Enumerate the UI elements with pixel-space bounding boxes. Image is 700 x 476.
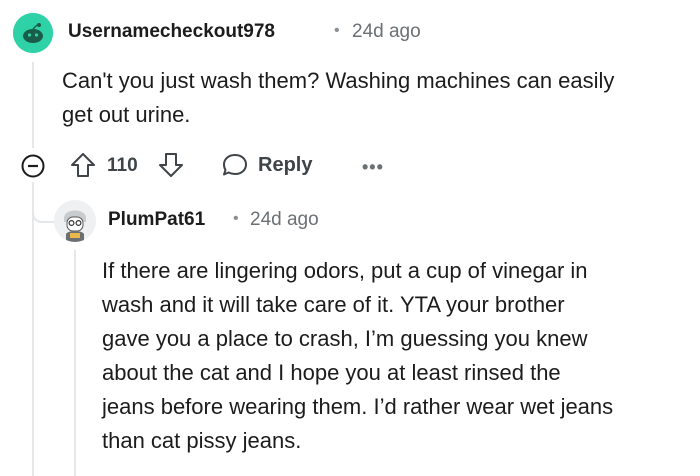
comment-body-line: Can't you just wash them? Washing machin… bbox=[62, 68, 615, 93]
reply-body-line: wash and it will take care of it. YTA yo… bbox=[102, 292, 565, 317]
comment-username[interactable]: Usernamecheckout978 bbox=[68, 21, 275, 43]
reply-body-line: If there are lingering odors, put a cup … bbox=[102, 258, 588, 283]
thread-line-main bbox=[32, 182, 34, 476]
reply-body-line: jeans before wearing them. I’d rather we… bbox=[102, 394, 614, 419]
reply-label: Reply bbox=[258, 153, 313, 176]
comment-body-line: get out urine. bbox=[62, 102, 191, 127]
reply-body: If there are lingering odors, put a cup … bbox=[102, 254, 692, 458]
vote-count: 110 bbox=[107, 155, 138, 176]
downvote-button[interactable] bbox=[156, 150, 186, 180]
thread-line-reply bbox=[74, 250, 76, 476]
reply-user-avatar[interactable] bbox=[54, 200, 96, 242]
reply-meta-separator: • bbox=[233, 210, 239, 227]
comment-timestamp: 24d ago bbox=[352, 21, 421, 42]
downvote-arrow-icon bbox=[159, 153, 183, 177]
upvote-arrow-icon bbox=[71, 153, 95, 177]
comment-body: Can't you just wash them? Washing machin… bbox=[62, 64, 692, 132]
snoo-icon bbox=[13, 13, 53, 53]
upvote-button[interactable] bbox=[68, 150, 98, 180]
reply-button[interactable]: Reply bbox=[220, 150, 312, 180]
user-avatar[interactable] bbox=[13, 13, 53, 53]
speech-bubble-icon bbox=[223, 154, 247, 176]
collapse-button[interactable] bbox=[20, 153, 46, 179]
collapse-minus-icon bbox=[21, 154, 45, 178]
thread-line-top bbox=[32, 62, 34, 148]
more-options-button[interactable]: ••• bbox=[362, 157, 384, 178]
reply-body-line: than cat pissy jeans. bbox=[102, 428, 302, 453]
avatar-character-icon bbox=[54, 200, 96, 242]
reply-body-line: gave you a place to crash, I’m guessing … bbox=[102, 326, 588, 351]
reply-body-line: about the cat and I hope you at least ri… bbox=[102, 360, 561, 385]
meta-separator: • bbox=[334, 22, 340, 39]
reply-timestamp: 24d ago bbox=[250, 209, 319, 230]
reply-username[interactable]: PlumPat61 bbox=[108, 209, 205, 231]
